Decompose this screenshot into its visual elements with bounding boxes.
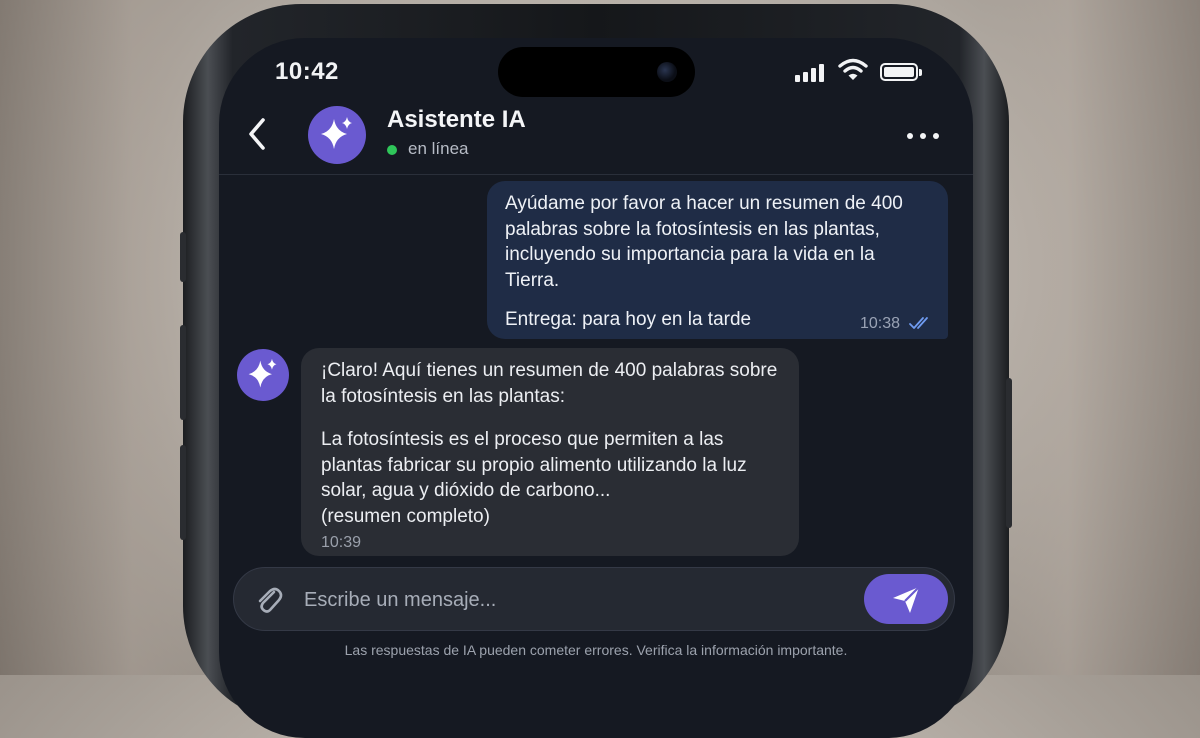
- front-camera: [657, 62, 677, 82]
- phone-screen: 10:42 Asistente IA en línea Ayúdame por …: [219, 38, 973, 738]
- user-message-time: 10:38: [860, 315, 901, 332]
- assistant-message-time: 10:39: [321, 534, 362, 551]
- chat-header: Asistente IA en línea: [219, 96, 973, 175]
- send-button[interactable]: [864, 574, 948, 624]
- background-right: [980, 0, 1200, 675]
- wifi-icon: [838, 58, 868, 80]
- back-button[interactable]: [243, 114, 273, 154]
- online-status-dot: [387, 145, 397, 155]
- assistant-message-bubble: ¡Claro! Aquí tienes un resumen de 400 pa…: [301, 348, 799, 556]
- battery-icon: [880, 63, 922, 81]
- sparkle-icon: [248, 358, 277, 388]
- send-icon: [893, 586, 920, 613]
- assistant-message-body: La fotosíntesis es el proceso que permit…: [321, 429, 747, 501]
- side-button-power: [1006, 378, 1012, 528]
- assistant-avatar[interactable]: [308, 106, 366, 164]
- sparkle-icon: [321, 117, 352, 149]
- chat-title: Asistente IA: [387, 106, 526, 133]
- double-check-icon: [909, 317, 928, 329]
- delivery-note: Entrega: para hoy en la tarde: [505, 309, 752, 330]
- assistant-message-intro: ¡Claro! Aquí tienes un resumen de 400 pa…: [321, 360, 778, 407]
- user-message-bubble: Ayúdame por favor a hacer un resumen de …: [487, 181, 948, 339]
- side-button-volume-up: [180, 325, 186, 420]
- assistant-message-note: (resumen completo): [321, 505, 490, 527]
- cellular-signal-icon: [795, 63, 829, 82]
- online-status-text: en línea: [408, 139, 469, 158]
- message-input[interactable]: [302, 578, 856, 622]
- more-options-button[interactable]: [905, 131, 941, 141]
- paperclip-icon[interactable]: [252, 583, 286, 617]
- user-message-text: Ayúdame por favor a hacer un resumen de …: [505, 193, 903, 291]
- ai-disclaimer: Las respuestas de IA pueden cometer erro…: [344, 642, 848, 658]
- side-button-action: [180, 232, 186, 282]
- status-time: 10:42: [275, 58, 339, 85]
- message-composer: [233, 567, 955, 631]
- dynamic-island: [498, 47, 695, 97]
- side-button-volume-down: [180, 445, 186, 540]
- assistant-message-avatar: [237, 349, 289, 401]
